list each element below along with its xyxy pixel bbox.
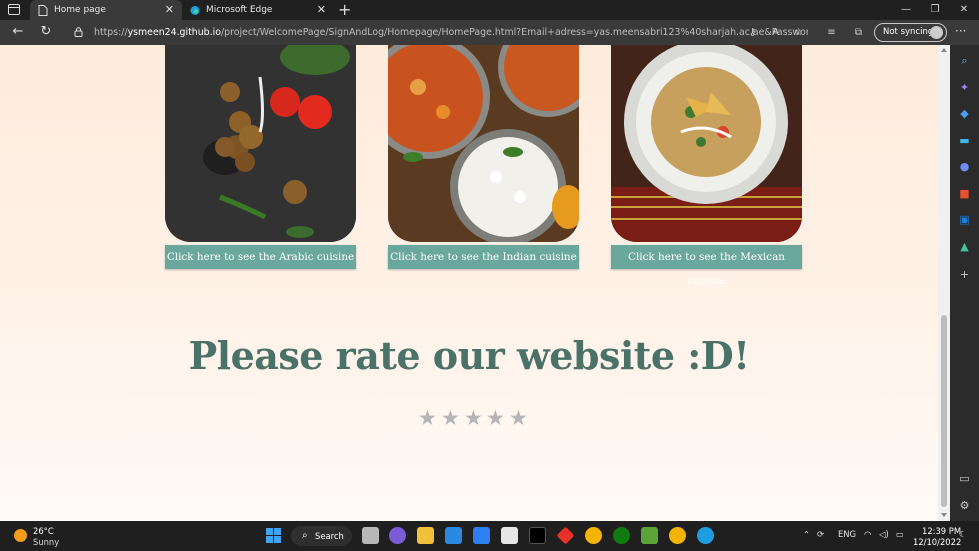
scroll-up-arrow[interactable] [941, 48, 947, 52]
arabic-cuisine-image [165, 45, 356, 242]
add-sidebar-icon[interactable]: + [957, 267, 972, 282]
indian-cuisine-image [388, 45, 579, 242]
page-icon [38, 5, 48, 16]
favorites-icon[interactable]: ≡ [825, 26, 838, 39]
arabic-cuisine-button[interactable]: Click here to see the Arabic cuisine [165, 245, 356, 269]
weather-temperature[interactable]: 26°C [33, 526, 54, 536]
tools-icon[interactable]: ▬ [957, 133, 972, 148]
indian-cuisine-button[interactable]: Click here to see the Indian cuisine [388, 245, 579, 269]
address-bar-row: ← ↻ https://ysmeen24.github.io/project/W… [0, 20, 979, 45]
read-aloud-icon[interactable]: A [769, 26, 782, 39]
language-indicator[interactable]: ENG [838, 529, 856, 539]
key-icon[interactable]: ⚷ [746, 26, 759, 39]
windows-start-icon[interactable] [265, 527, 282, 544]
back-button[interactable]: ← [8, 23, 28, 41]
chrome-icon[interactable] [585, 527, 602, 544]
sidebar-settings-icon[interactable]: ⚙ [957, 498, 972, 513]
outlook-icon[interactable]: ▣ [957, 212, 972, 227]
volume-icon[interactable]: ◁) [879, 529, 889, 539]
star-1[interactable]: ★ [418, 406, 437, 430]
tab-home-page[interactable]: Home page ✕ [30, 0, 182, 20]
drop-icon[interactable]: ▲ [957, 239, 972, 254]
edge-icon [190, 6, 200, 15]
taskbar-search-button[interactable]: ⌕ Search [291, 526, 352, 546]
url-text: https://ysmeen24.github.io/project/Welco… [94, 27, 808, 38]
tab-label: Home page [54, 5, 106, 15]
games-icon[interactable]: ● [957, 159, 972, 174]
scroll-thumb[interactable] [941, 315, 947, 507]
close-tab-icon[interactable]: ✕ [165, 0, 174, 20]
office-icon[interactable]: ■ [957, 186, 972, 201]
scroll-down-arrow[interactable] [941, 513, 947, 517]
clock-time[interactable]: 12:39 PM [922, 526, 961, 536]
collections-icon[interactable]: ⧉ [852, 26, 865, 39]
search-icon: ⌕ [302, 530, 308, 541]
dropbox-icon[interactable] [473, 527, 490, 544]
tab-microsoft-edge[interactable]: Microsoft Edge ✕ [182, 0, 334, 20]
xbox-icon[interactable] [613, 527, 630, 544]
star-2[interactable]: ★ [441, 406, 460, 430]
minecraft-icon[interactable] [641, 527, 658, 544]
edge-taskbar-icon[interactable] [697, 527, 714, 544]
avatar [930, 26, 943, 39]
sync-tray-icon[interactable]: ⟳ [817, 529, 824, 539]
mexican-cuisine-image [611, 45, 802, 242]
star-5[interactable]: ★ [509, 406, 528, 430]
tab-actions-icon[interactable] [8, 4, 20, 15]
new-tab-button[interactable]: + [338, 0, 351, 19]
app-red-icon[interactable] [556, 526, 575, 545]
edge-sidebar: ⌕ ✦ ◆ ▬ ● ■ ▣ ▲ + ▭ ⚙ [950, 45, 979, 521]
tab-label: Microsoft Edge [206, 5, 273, 15]
chrome-profile-icon[interactable] [669, 527, 686, 544]
profile-sync-button[interactable]: Not syncing [874, 23, 947, 42]
shopping-tag-icon[interactable]: ◆ [957, 106, 972, 121]
teams-chat-icon[interactable] [389, 527, 406, 544]
windows-taskbar: 26°C Sunny ⌕ Search ⌃ ⟳ ENG ◠ ◁) ▭ 12:39… [0, 521, 979, 551]
mexican-cuisine-button[interactable]: Click here to see the Mexican cuisine [611, 245, 802, 287]
discover-icon[interactable]: ✦ [957, 80, 972, 95]
tray-overflow-icon[interactable]: ⌃ [803, 529, 810, 539]
lock-icon [74, 27, 83, 37]
favorite-star-icon[interactable]: ☆ [792, 26, 805, 39]
file-explorer-icon[interactable] [417, 527, 434, 544]
minimize-button[interactable]: — [891, 0, 921, 20]
hide-sidebar-icon[interactable]: ▭ [957, 471, 972, 486]
refresh-button[interactable]: ↻ [36, 23, 56, 41]
rating-title: Please rate our website :D! [188, 333, 750, 378]
star-rating: ★ ★ ★ ★ ★ [418, 406, 538, 430]
tab-strip: Home page ✕ Microsoft Edge ✕ + — ❐ ✕ [0, 0, 979, 20]
search-icon[interactable]: ⌕ [957, 53, 972, 68]
battery-icon[interactable]: ▭ [896, 529, 904, 539]
clock-date[interactable]: 12/10/2022 [913, 537, 961, 547]
wifi-icon[interactable]: ◠ [864, 529, 871, 539]
restore-button[interactable]: ❐ [920, 0, 950, 20]
star-4[interactable]: ★ [486, 406, 505, 430]
store-icon[interactable] [501, 527, 518, 544]
weather-condition[interactable]: Sunny [33, 537, 59, 547]
page-viewport: Click here to see the Arabic cuisine Cli… [0, 45, 938, 521]
star-3[interactable]: ★ [464, 406, 483, 430]
mail-icon[interactable] [445, 527, 462, 544]
close-tab-icon[interactable]: ✕ [317, 0, 326, 20]
app-mw-icon[interactable] [529, 527, 546, 544]
sun-icon[interactable] [14, 529, 27, 542]
vertical-scrollbar[interactable] [938, 45, 950, 521]
task-view-icon[interactable] [362, 527, 379, 544]
focus-moon-icon[interactable]: ☾ [959, 529, 967, 539]
url-field[interactable]: https://ysmeen24.github.io/project/Welco… [68, 22, 808, 43]
close-window-button[interactable]: ✕ [949, 0, 979, 20]
more-options-icon[interactable]: ··· [955, 24, 966, 38]
